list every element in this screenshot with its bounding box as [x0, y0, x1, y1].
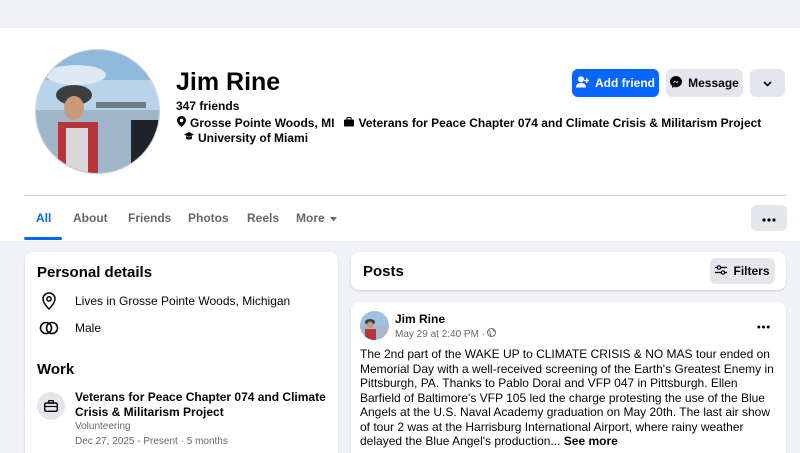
post-text: The 2nd part of the WAKE UP to CLIMATE C… — [360, 347, 774, 448]
add-friend-label: Add friend — [595, 76, 655, 90]
gender-icon — [37, 321, 61, 335]
graduation-cap-icon — [184, 132, 194, 144]
messenger-icon — [670, 75, 683, 91]
posts-header-card: Posts Filters — [351, 252, 786, 290]
post-options-button[interactable] — [757, 316, 770, 334]
profile-header: Jim Rine 347 friends Grosse Pointe Woods… — [0, 28, 800, 241]
tab-about[interactable]: About — [73, 211, 108, 225]
gender-text: Male — [75, 321, 102, 335]
add-friend-icon — [576, 75, 590, 91]
post-author-name[interactable]: Jim Rine — [395, 312, 445, 326]
profile-more-dropdown-button[interactable] — [750, 69, 785, 97]
education-text[interactable]: University of Miami — [198, 131, 308, 145]
posts-title: Posts — [363, 263, 404, 280]
filters-icon — [715, 264, 728, 278]
chevron-down-icon — [763, 76, 772, 90]
tab-photos[interactable]: Photos — [188, 211, 229, 225]
header-divider — [24, 195, 786, 196]
briefcase-icon — [344, 116, 355, 130]
work-text[interactable]: Veterans for Peace Chapter 074 and Clima… — [358, 116, 761, 130]
filters-button[interactable]: Filters — [710, 258, 775, 284]
location-pin-icon — [37, 292, 61, 310]
personal-details-card: Personal details Lives in Grosse Pointe … — [25, 252, 338, 453]
tab-more-label: More — [296, 211, 325, 225]
work-dates: Dec 27, 2025 - Present · 5 months — [75, 436, 228, 447]
location-text[interactable]: Grosse Pointe Woods, MI — [190, 116, 334, 130]
tab-friends[interactable]: Friends — [128, 211, 171, 225]
tab-more[interactable]: More — [296, 211, 337, 225]
location-pin-icon — [176, 116, 186, 130]
profile-avatar[interactable] — [35, 49, 160, 174]
active-tab-indicator — [24, 237, 62, 240]
work-role: Volunteering — [75, 421, 131, 432]
globe-icon — [487, 328, 497, 340]
message-button[interactable]: Message — [666, 69, 743, 97]
add-friend-button[interactable]: Add friend — [572, 69, 659, 97]
filters-label: Filters — [733, 264, 770, 278]
lives-in-text[interactable]: Lives in Grosse Pointe Woods, Michigan — [75, 294, 290, 308]
education-row: University of Miami — [184, 131, 308, 145]
personal-details-title: Personal details — [37, 264, 153, 281]
see-more-link[interactable]: See more — [564, 434, 618, 448]
work-title: Work — [37, 361, 75, 378]
more-dots-icon — [762, 211, 776, 225]
top-band — [0, 0, 800, 28]
work-briefcase-icon — [37, 392, 65, 420]
lives-in-row: Lives in Grosse Pointe Woods, Michigan — [37, 292, 290, 310]
post-card: Jim Rine May 29 at 2:40 PM · The 2nd par… — [351, 302, 786, 453]
post-timestamp[interactable]: May 29 at 2:40 PM · — [395, 329, 485, 340]
profile-name: Jim Rine — [176, 68, 281, 96]
post-body: The 2nd part of the WAKE UP to CLIMATE C… — [360, 347, 780, 449]
message-label: Message — [688, 76, 739, 90]
tab-reels[interactable]: Reels — [247, 211, 279, 225]
caret-down-icon — [329, 211, 337, 225]
post-author-avatar[interactable] — [360, 311, 389, 340]
tabs-more-options-button[interactable] — [751, 205, 787, 231]
work-org-name[interactable]: Veterans for Peace Chapter 074 and Clima… — [75, 390, 335, 420]
work-entry: Veterans for Peace Chapter 074 and Clima… — [75, 390, 335, 447]
gender-row: Male — [37, 321, 101, 335]
tab-all[interactable]: All — [36, 211, 51, 225]
friends-count[interactable]: 347 friends — [176, 99, 239, 113]
location-row: Grosse Pointe Woods, MI Veterans for Pea… — [176, 116, 761, 130]
post-meta: May 29 at 2:40 PM · — [395, 328, 497, 340]
